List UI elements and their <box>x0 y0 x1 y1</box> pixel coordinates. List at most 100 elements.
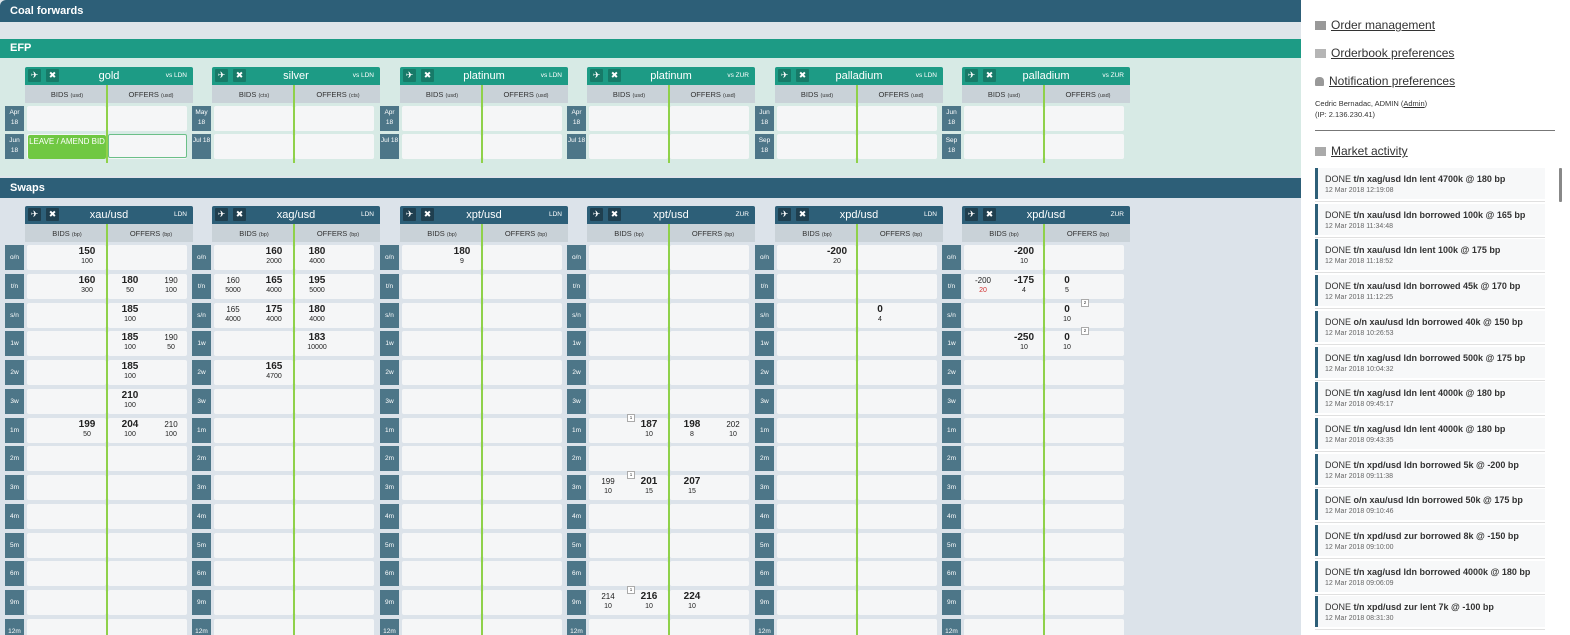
offer-cell[interactable] <box>858 503 937 529</box>
quote[interactable]: 180 50 <box>111 275 149 295</box>
offer-cell[interactable] <box>1045 561 1124 587</box>
offer-cell[interactable] <box>670 388 749 414</box>
activity-item[interactable]: DONE t/n xpd/usd ldn borrowed 5k @ -200 … <box>1315 453 1545 485</box>
offer-cell[interactable] <box>483 388 562 414</box>
bid-cell[interactable] <box>777 532 856 558</box>
offer-cell[interactable] <box>858 360 937 385</box>
offer-cell[interactable] <box>483 106 562 131</box>
run-icon[interactable]: ✈ <box>215 69 228 82</box>
bid-cell[interactable] <box>589 273 668 299</box>
offer-cell[interactable] <box>108 106 187 131</box>
offer-cell[interactable] <box>858 331 937 357</box>
offer-cell[interactable] <box>670 503 749 529</box>
activity-item[interactable]: DONE o/n xau/usd ldn borrowed 50k @ 175 … <box>1315 489 1545 521</box>
offer-cell[interactable] <box>483 590 562 615</box>
offer-cell[interactable] <box>1045 360 1124 385</box>
bid-cell[interactable] <box>402 446 481 472</box>
offer-cell[interactable] <box>670 302 749 328</box>
quote[interactable]: -200 20 <box>964 276 1002 295</box>
bid-cell[interactable] <box>777 475 856 500</box>
bid-cell[interactable] <box>27 590 106 615</box>
bid-cell[interactable] <box>964 106 1043 131</box>
bid-cell[interactable] <box>589 388 668 414</box>
run-icon[interactable]: ✈ <box>403 69 416 82</box>
bid-cell[interactable] <box>27 561 106 587</box>
bid-cell[interactable] <box>214 561 293 587</box>
bid-cell[interactable] <box>402 388 481 414</box>
trash-icon[interactable]: ✖ <box>233 69 246 82</box>
trash-icon[interactable]: ✖ <box>983 69 996 82</box>
bid-cell[interactable] <box>777 417 856 443</box>
bid-cell[interactable] <box>27 503 106 529</box>
offer-cell[interactable] <box>295 618 374 635</box>
offer-cell[interactable] <box>108 245 187 270</box>
offer-cell[interactable] <box>1045 446 1124 472</box>
bid-cell[interactable] <box>214 388 293 414</box>
run-icon[interactable]: ✈ <box>28 208 41 221</box>
offer-cell[interactable] <box>670 360 749 385</box>
trash-icon[interactable]: ✖ <box>46 208 59 221</box>
bid-cell[interactable] <box>402 360 481 385</box>
quote[interactable]: 160 300 <box>68 275 106 295</box>
bid-cell[interactable] <box>402 331 481 357</box>
offer-cell[interactable] <box>108 618 187 635</box>
bid-cell[interactable] <box>27 618 106 635</box>
quote[interactable]: 207 15 <box>673 477 711 496</box>
bid-cell[interactable] <box>402 561 481 587</box>
activity-item[interactable]: DONE t/n xag/usd ldn lent 4000k @ 180 bp… <box>1315 382 1545 414</box>
amend-offer-cell[interactable] <box>108 134 187 158</box>
bid-cell[interactable] <box>214 417 293 443</box>
bid-cell[interactable] <box>589 134 668 159</box>
market-activity-link[interactable]: Market activity <box>1315 144 1408 158</box>
bid-cell[interactable] <box>27 532 106 558</box>
offer-cell[interactable] <box>108 532 187 558</box>
offer-cell[interactable] <box>295 388 374 414</box>
bid-cell[interactable] <box>27 106 106 131</box>
offer-cell[interactable] <box>858 106 937 131</box>
offer-cell[interactable] <box>1045 106 1124 131</box>
bid-cell[interactable] <box>777 302 856 328</box>
orderbook-preferences-link[interactable]: Orderbook preferences <box>1315 46 1454 60</box>
quote[interactable]: 204 100 <box>111 419 149 439</box>
quote[interactable]: 180 4000 <box>298 304 336 324</box>
quote[interactable]: 190 100 <box>152 276 190 295</box>
quote[interactable]: 224 10 <box>673 592 711 611</box>
quote[interactable]: 180 4000 <box>298 247 336 266</box>
efp-bar[interactable]: EFP <box>0 39 1301 58</box>
offer-cell[interactable] <box>295 446 374 472</box>
run-icon[interactable]: ✈ <box>403 208 416 221</box>
offer-cell[interactable] <box>108 561 187 587</box>
offer-cell[interactable] <box>483 503 562 529</box>
quote[interactable]: 199 10 <box>589 477 627 496</box>
bid-cell[interactable] <box>964 561 1043 587</box>
bid-cell[interactable] <box>777 106 856 131</box>
offer-cell[interactable] <box>108 446 187 472</box>
run-icon[interactable]: ✈ <box>965 69 978 82</box>
coal-forwards-bar[interactable]: Coal forwards <box>0 0 1301 22</box>
bid-cell[interactable] <box>777 388 856 414</box>
bid-cell[interactable] <box>777 134 856 159</box>
bid-cell[interactable] <box>402 134 481 159</box>
offer-cell[interactable] <box>295 561 374 587</box>
bid-cell[interactable] <box>402 273 481 299</box>
bid-cell[interactable] <box>777 331 856 357</box>
offer-cell[interactable] <box>295 417 374 443</box>
bid-cell[interactable] <box>964 532 1043 558</box>
bid-cell[interactable] <box>214 134 293 159</box>
bid-cell[interactable] <box>589 446 668 472</box>
offer-cell[interactable] <box>670 273 749 299</box>
offer-cell[interactable] <box>1045 503 1124 529</box>
trash-icon[interactable]: ✖ <box>608 69 621 82</box>
offer-cell[interactable] <box>858 446 937 472</box>
offer-cell[interactable] <box>295 134 374 159</box>
swaps-bar[interactable]: Swaps <box>0 178 1301 198</box>
offer-cell[interactable] <box>1045 134 1124 159</box>
trash-icon[interactable]: ✖ <box>46 69 59 82</box>
bid-cell[interactable] <box>27 475 106 500</box>
bid-cell[interactable] <box>402 475 481 500</box>
activity-item[interactable]: DONE t/n xpd/usd zur lent 7k @ -100 bp 12… <box>1315 596 1545 628</box>
quote[interactable]: 160 2000 <box>255 247 293 266</box>
quote[interactable]: 216 10 <box>630 592 668 611</box>
offer-cell[interactable] <box>858 618 937 635</box>
offer-cell[interactable] <box>858 245 937 270</box>
